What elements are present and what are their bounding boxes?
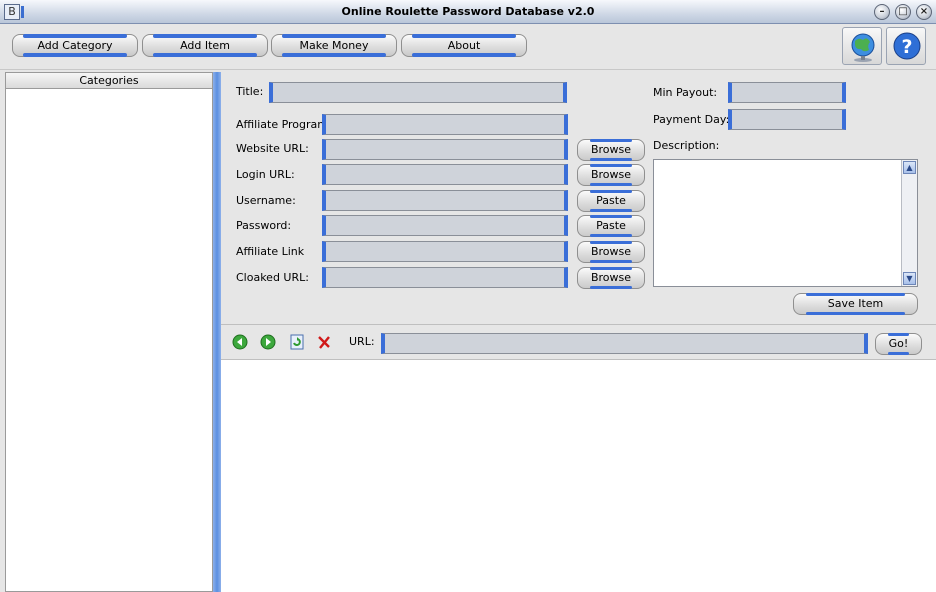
help-button[interactable]: ?: [886, 27, 926, 65]
website-url-browse-button[interactable]: Browse: [577, 139, 645, 161]
username-field[interactable]: [322, 190, 568, 211]
app-window: B Online Roulette Password Database v2.0…: [0, 0, 936, 592]
description-textarea[interactable]: ▲ ▼: [653, 159, 918, 287]
item-form: Title: Affiliate Program: Website URL: B…: [221, 72, 936, 324]
affiliate-link-browse-button[interactable]: Browse: [577, 241, 645, 263]
add-item-button[interactable]: Add Item: [142, 34, 268, 57]
browser-navbar: URL: Go!: [221, 324, 936, 360]
password-field[interactable]: [322, 215, 568, 236]
scroll-down-icon[interactable]: ▼: [903, 272, 916, 285]
affiliate-link-field[interactable]: [322, 241, 568, 262]
description-scrollbar[interactable]: ▲ ▼: [901, 160, 917, 286]
title-field[interactable]: [269, 82, 567, 103]
help-glyph: ?: [901, 36, 912, 58]
payment-day-field[interactable]: [728, 109, 846, 130]
back-icon[interactable]: [232, 334, 248, 350]
categories-panel[interactable]: Categories: [5, 72, 213, 592]
password-paste-button[interactable]: Paste: [577, 215, 645, 237]
login-url-label: Login URL:: [236, 168, 295, 181]
add-category-button[interactable]: Add Category: [12, 34, 138, 57]
min-payout-label: Min Payout:: [653, 86, 718, 99]
close-button[interactable]: ×: [916, 4, 932, 20]
window-title: Online Roulette Password Database v2.0: [341, 5, 595, 18]
about-button[interactable]: About: [401, 34, 527, 57]
panel-splitter[interactable]: [213, 72, 221, 592]
min-payout-field[interactable]: [728, 82, 846, 103]
website-url-label: Website URL:: [236, 142, 309, 155]
title-label: Title:: [236, 85, 264, 98]
cloaked-url-browse-button[interactable]: Browse: [577, 267, 645, 289]
url-field[interactable]: [381, 333, 868, 354]
go-button[interactable]: Go!: [875, 333, 922, 355]
description-label: Description:: [653, 139, 720, 152]
password-label: Password:: [236, 219, 292, 232]
scroll-up-icon[interactable]: ▲: [903, 161, 916, 174]
cloaked-url-field[interactable]: [322, 267, 568, 288]
title-bar[interactable]: B Online Roulette Password Database v2.0…: [0, 0, 936, 24]
categories-tree[interactable]: [6, 89, 212, 589]
make-money-button[interactable]: Make Money: [271, 34, 397, 57]
globe-icon: [851, 33, 875, 62]
payment-day-label: Payment Day:: [653, 113, 730, 126]
save-item-button[interactable]: Save Item: [793, 293, 918, 315]
affiliate-program-field[interactable]: [322, 114, 568, 135]
browser-view[interactable]: [221, 360, 936, 592]
description-text: [654, 160, 917, 166]
login-url-field[interactable]: [322, 164, 568, 185]
minimize-button[interactable]: –: [874, 4, 890, 20]
website-button[interactable]: [842, 27, 882, 65]
username-paste-button[interactable]: Paste: [577, 190, 645, 212]
affiliate-program-label: Affiliate Program:: [236, 118, 332, 131]
affiliate-link-label: Affiliate Link: [236, 245, 305, 258]
login-url-browse-button[interactable]: Browse: [577, 164, 645, 186]
categories-header[interactable]: Categories: [6, 73, 212, 89]
maximize-button[interactable]: □: [895, 4, 911, 20]
website-url-field[interactable]: [322, 139, 568, 160]
help-icon: ?: [893, 32, 921, 60]
forward-icon[interactable]: [260, 334, 276, 350]
refresh-icon[interactable]: [289, 334, 305, 350]
stop-icon[interactable]: [316, 334, 332, 350]
main-toolbar: Add Category Add Item Make Money About ?: [0, 24, 936, 70]
username-label: Username:: [236, 194, 296, 207]
url-label: URL:: [349, 335, 375, 348]
cloaked-url-label: Cloaked URL:: [236, 271, 309, 284]
